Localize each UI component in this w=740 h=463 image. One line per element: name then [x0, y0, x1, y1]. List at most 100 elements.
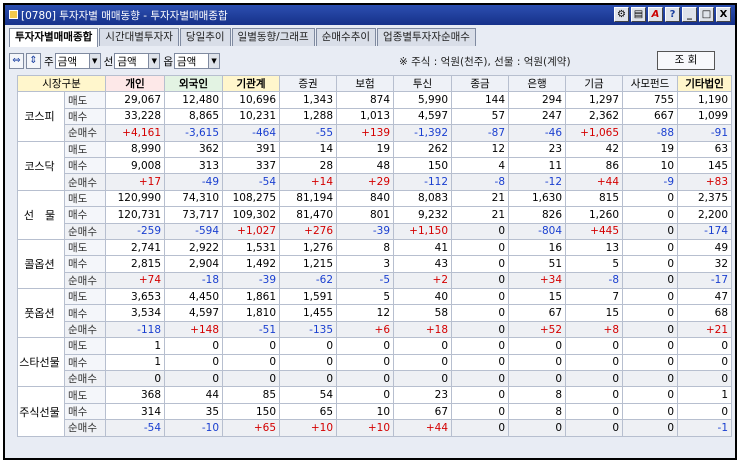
cell-value: -39: [336, 222, 395, 240]
cell-value: 337: [222, 156, 281, 175]
cell-value: 58: [393, 304, 453, 322]
cell-value: 57: [451, 107, 510, 126]
tab-time-investor[interactable]: 시간대별투자자: [99, 28, 179, 46]
cell-value: -51: [222, 320, 281, 339]
cell-value: 0: [393, 337, 453, 355]
cell-value: 10,231: [222, 107, 281, 126]
table-row[interactable]: 순매수 0 0 0 0 0 0 0 0 0 0 0: [18, 370, 733, 388]
table-row[interactable]: 순매수 +4,161 -3,615 -464 -55 +139 -1,392 -87 -46 +1…: [18, 124, 733, 142]
cell-value: 109,302: [222, 206, 281, 224]
minimize-button[interactable]: _: [682, 7, 697, 22]
cell-value: 120,990: [105, 189, 166, 208]
table-row[interactable]: 매수 3,534 4,597 1,810 1,455 12 58 0 67 15 0 68: [18, 304, 733, 322]
cell-value: 840: [336, 189, 395, 208]
cell-value: 0: [164, 337, 224, 355]
cell-value: -112: [393, 173, 453, 191]
cell-value: 41: [393, 238, 453, 257]
tab-daily-trend[interactable]: 당일추이: [179, 28, 231, 46]
settings-icon[interactable]: ⚙: [614, 7, 629, 22]
col-other-corp: 기타법인: [677, 74, 733, 93]
font-icon[interactable]: A: [648, 7, 663, 22]
table-row[interactable]: 순매수 -118 +148 -51 -135 +6 +18 0 +52 +8 0 +21: [18, 320, 733, 339]
cell-value: 42: [565, 140, 624, 158]
row-label: 매수: [63, 107, 107, 126]
cell-value: -10: [164, 419, 224, 437]
swap-vertical-icon[interactable]: ⇕: [26, 53, 41, 69]
cell-value: -804: [508, 222, 567, 240]
tab-net-buy-trend[interactable]: 순매수추이: [315, 28, 377, 46]
table-row[interactable]: 매수 33,228 8,865 10,231 1,288 1,013 4,597 57 247 2…: [18, 107, 733, 126]
options-unit-select[interactable]: 금액 ▼: [174, 53, 221, 69]
cell-value: -118: [105, 320, 166, 339]
cell-value: 2,362: [565, 107, 624, 126]
tab-investor-summary[interactable]: 투자자별매매종합: [9, 28, 99, 47]
table-row[interactable]: 순매수 +17 -49 -54 +14 +29 -112 -8 -12 +44 -9 +83: [18, 173, 733, 191]
cell-value: 0: [622, 337, 679, 355]
cell-value: 1,190: [677, 91, 733, 109]
table-row[interactable]: 순매수 +74 -18 -39 -62 -5 +2 0 +34 -8 0 -17: [18, 271, 733, 290]
cell-value: 874: [336, 91, 395, 109]
table-row[interactable]: 코스닥 매도 8,990 362 391 14 19 262 12 23 42 19 63: [17, 140, 733, 191]
table-row[interactable]: 순매수 -54 -10 +65 +10 +10 +44 0 0 0 0 -1: [18, 419, 733, 437]
futures-unit-select[interactable]: 금액 ▼: [114, 53, 161, 69]
row-label: 순매수: [63, 124, 107, 142]
cell-value: 65: [279, 402, 338, 421]
cell-value: 0: [622, 189, 679, 208]
table-row[interactable]: 콜옵션 매도 2,741 2,922 1,531 1,276 8 41 0 16 13 0 49: [17, 238, 733, 290]
cell-value: 8: [508, 402, 567, 421]
table-row[interactable]: 선 물 매도 120,990 74,310 108,275 81,194 840 8,083 2…: [17, 189, 733, 240]
tab-daily-graph[interactable]: 일별동향/그래프: [231, 28, 315, 46]
col-individual: 개인: [105, 74, 166, 93]
table-row[interactable]: 순매수 -259 -594 +1,027 +276 -39 +1,150 0 -804 +445 0…: [18, 222, 733, 240]
cell-value: +44: [565, 173, 624, 191]
help-icon[interactable]: ?: [665, 7, 680, 22]
print-icon[interactable]: ▤: [631, 7, 646, 22]
table-row[interactable]: 매수 120,731 73,717 109,302 81,470 801 9,232 21 82…: [18, 206, 733, 224]
table-row[interactable]: 매수 2,815 2,904 1,492 1,215 3 43 0 51 5 0 32: [18, 255, 733, 273]
cell-value: 85: [222, 386, 281, 404]
cell-value: -9: [622, 173, 679, 191]
close-button[interactable]: X: [716, 7, 731, 22]
cell-value: 0: [164, 353, 224, 372]
row-label: 순매수: [63, 271, 107, 290]
cell-value: -88: [622, 124, 679, 142]
cell-value: 5: [565, 255, 624, 273]
cell-value: 12: [451, 140, 510, 158]
cell-value: 1,260: [565, 206, 624, 224]
cell-value: -55: [279, 124, 338, 142]
stock-unit-select[interactable]: 금액 ▼: [54, 53, 101, 69]
table-row[interactable]: 풋옵션 매도 3,653 4,450 1,861 1,591 5 40 0 15 7 0 47: [17, 288, 733, 339]
cell-value: 391: [222, 140, 281, 158]
cell-value: 16: [508, 238, 567, 257]
cell-value: -39: [222, 271, 281, 290]
query-button[interactable]: 조 회: [657, 51, 715, 70]
cell-value: 0: [622, 271, 679, 290]
cell-value: 1,630: [508, 189, 567, 208]
maximize-button[interactable]: □: [699, 7, 714, 22]
row-label: 매수: [63, 402, 107, 421]
cell-value: 0: [622, 288, 679, 306]
cell-value: 12,480: [164, 91, 224, 109]
tab-sector-net-buy[interactable]: 업종별투자자순매수: [377, 28, 476, 46]
table-row[interactable]: 주식선물 매도 368 44 85 54 0 23 0 8 0 0 1: [17, 386, 733, 437]
cell-value: 1,288: [279, 107, 338, 126]
swap-horizontal-icon[interactable]: ⇔: [9, 53, 24, 69]
row-label: 매도: [63, 140, 107, 158]
table-row[interactable]: 매수 9,008 313 337 28 48 150 4 11 86 10 145: [18, 156, 733, 175]
unit-note: ※ 주식 : 억원(천주), 선물 : 억원(계약): [399, 56, 571, 68]
cell-value: 0: [279, 370, 338, 388]
table-row[interactable]: 매수 314 35 150 65 10 67 0 8 0 0 0: [18, 402, 733, 421]
cell-value: +52: [508, 320, 567, 339]
market-name: 풋옵션: [17, 288, 65, 339]
cell-value: 2,815: [105, 255, 166, 273]
table-row[interactable]: 매수 1 0 0 0 0 0 0 0 0 0 0: [18, 353, 733, 372]
table-row[interactable]: 코스피 매도 29,067 12,480 10,696 1,343 874 5,990 144 2…: [17, 91, 733, 142]
col-trust: 투신: [393, 74, 453, 93]
cell-value: 0: [622, 370, 679, 388]
cell-value: 21: [451, 189, 510, 208]
table-row[interactable]: 스타선물 매도 1 0 0 0 0 0 0 0 0 0 0: [17, 337, 733, 388]
col-bank: 은행: [508, 74, 567, 93]
cell-value: 1,276: [279, 238, 338, 257]
cell-value: 2,741: [105, 238, 166, 257]
cell-value: 368: [105, 386, 166, 404]
